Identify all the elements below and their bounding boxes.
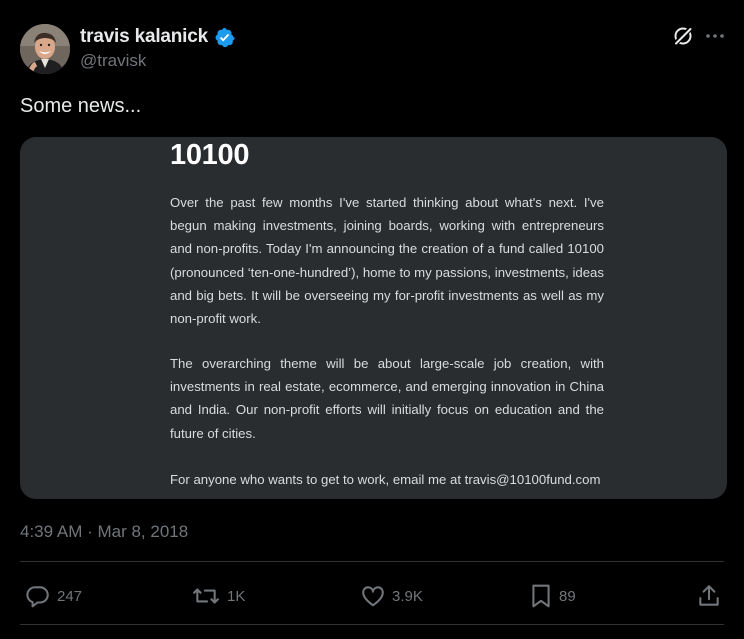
author-handle[interactable]: @travisk [80,51,146,71]
media-paragraph: Over the past few months I've started th… [170,195,604,327]
share-button[interactable] [696,582,722,610]
more-icon[interactable] [704,27,726,45]
reply-button[interactable]: 247 [25,582,82,610]
tweet-media-image[interactable]: 10100 Over the past few months I've star… [20,137,727,499]
bookmark-count: 89 [559,587,576,605]
media-paragraph: For anyone who wants to get to work, ema… [170,472,601,487]
repost-button[interactable]: 1K [191,582,245,610]
author-display-name[interactable]: travis kalanick [80,26,208,48]
tweet: travis kalanick @travisk Some news... 10… [0,0,744,639]
like-count: 3.9K [392,587,423,605]
reply-icon [26,586,49,608]
heart-icon [362,586,384,607]
reply-count: 247 [57,587,83,605]
avatar[interactable] [20,24,70,74]
bookmark-button[interactable]: 89 [529,582,576,610]
share-icon [699,585,719,606]
like-button[interactable]: 3.9K [360,582,423,610]
bookmark-icon [532,584,550,608]
author-name-row: travis kalanick [80,25,235,49]
media-title: 10100 [170,139,250,171]
verified-badge-icon [215,27,235,47]
divider [20,624,724,625]
tweet-text: Some news... [20,95,142,117]
grok-icon[interactable] [672,25,694,47]
repost-icon [193,588,219,604]
repost-count: 1K [227,587,246,605]
tweet-timestamp[interactable]: 4:39 AM · Mar 8, 2018 [20,522,188,542]
divider [20,561,724,562]
media-paragraph: The overarching theme will be about larg… [170,356,604,441]
